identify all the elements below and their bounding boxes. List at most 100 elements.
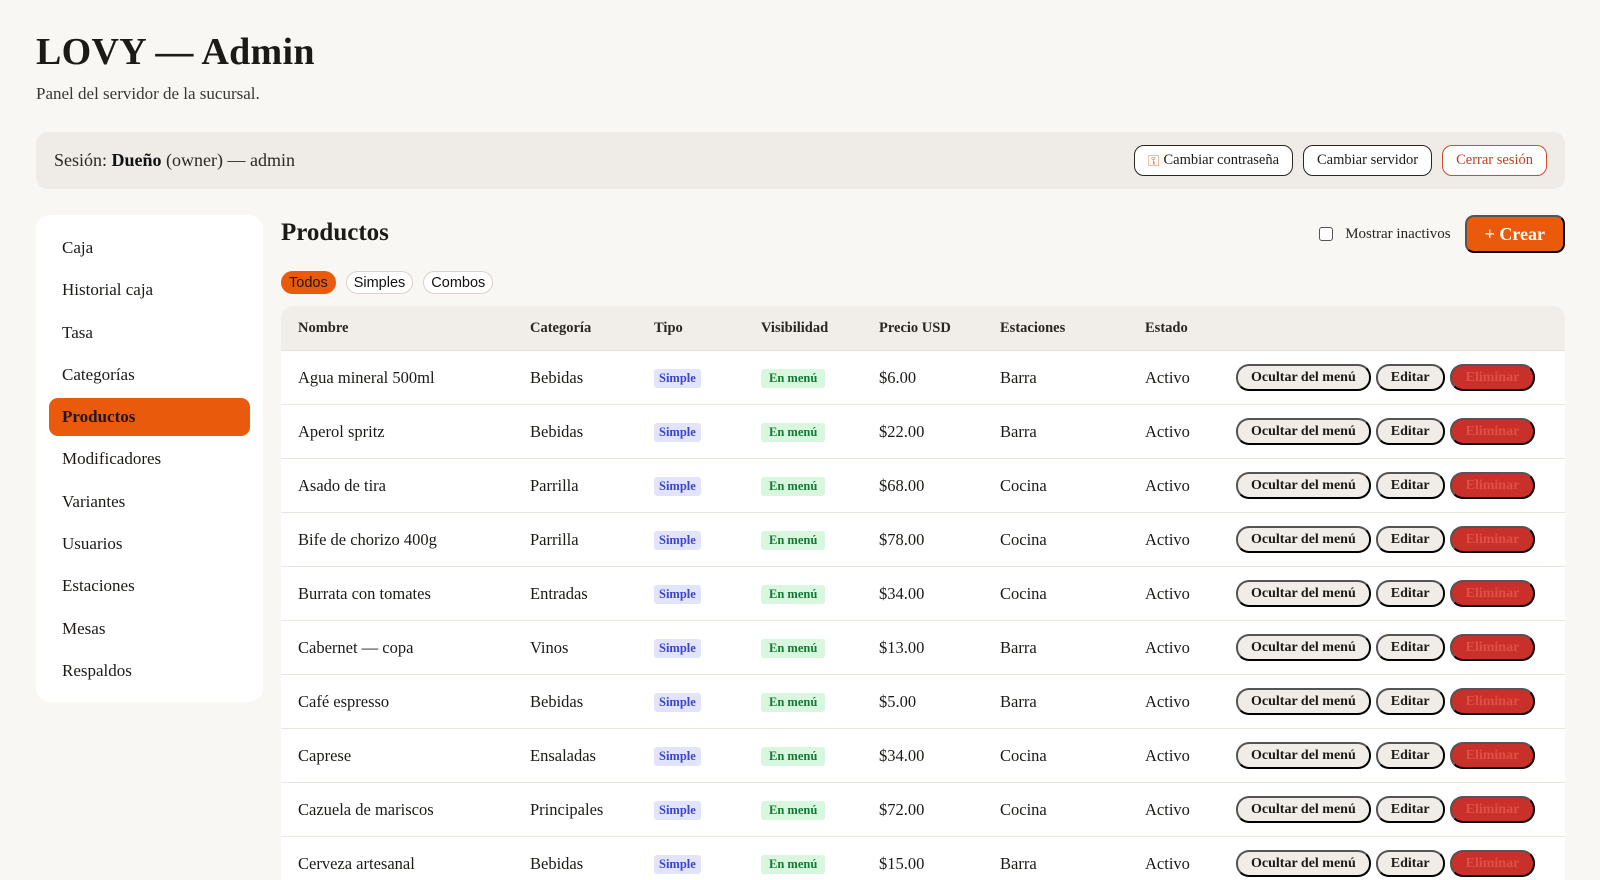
delete-button[interactable]: Eliminar <box>1449 796 1536 823</box>
type-badge: Simple <box>654 855 701 874</box>
visibility-badge: En menú <box>761 639 826 658</box>
session-prefix: Sesión: <box>54 150 112 170</box>
delete-button[interactable]: Eliminar <box>1449 850 1536 877</box>
change-server-button[interactable]: Cambiar servidor <box>1303 145 1433 176</box>
type-badge: Simple <box>654 801 701 820</box>
delete-button[interactable]: Eliminar <box>1449 526 1536 553</box>
cell-category: Bebidas <box>530 367 584 387</box>
section-title: Productos <box>281 219 389 246</box>
edit-button[interactable]: Editar <box>1375 526 1445 553</box>
delete-button[interactable]: Eliminar <box>1449 688 1536 715</box>
filter-tab-combos[interactable]: Combos <box>423 271 494 294</box>
visibility-badge: En menú <box>761 693 826 712</box>
hide-from-menu-button[interactable]: Ocultar del menú <box>1236 472 1371 499</box>
change-password-label: Cambiar contraseña <box>1163 152 1280 168</box>
sidebar-item-categorias[interactable]: Categorías <box>49 356 250 394</box>
sidebar-item-estaciones[interactable]: Estaciones <box>49 567 250 605</box>
filter-tab-todos[interactable]: Todos <box>281 271 336 294</box>
col-header-category: Categoría <box>530 319 592 336</box>
table-header: Nombre Categoría Tipo Visibilidad Precio… <box>281 306 1565 351</box>
type-badge: Simple <box>654 477 701 496</box>
cell-price: $78.00 <box>879 529 925 549</box>
table-row: Cabernet — copa Vinos Simple En menú $13.00 B… <box>281 621 1565 675</box>
page-subtitle: Panel del servidor de la sucursal. <box>36 84 260 103</box>
cell-stations: Cocina <box>1000 799 1047 819</box>
cell-stations: Barra <box>1000 367 1037 387</box>
session-bar: Sesión: Dueño (owner) — admin ⚿ Cambiar … <box>36 132 1565 189</box>
edit-button[interactable]: Editar <box>1375 418 1445 445</box>
hide-from-menu-button[interactable]: Ocultar del menú <box>1236 850 1371 877</box>
show-inactive-toggle[interactable]: Mostrar inactivos <box>1319 225 1451 243</box>
logout-button[interactable]: Cerrar sesión <box>1442 145 1547 176</box>
create-button[interactable]: + Crear <box>1464 215 1565 253</box>
cell-price: $15.00 <box>879 853 925 873</box>
page-title: LOVY — Admin <box>36 31 315 73</box>
delete-button[interactable]: Eliminar <box>1449 364 1536 391</box>
cell-price: $68.00 <box>879 475 925 495</box>
table-row: Bife de chorizo 400g Parrilla Simple En men… <box>281 513 1565 567</box>
cell-category: Parrilla <box>530 475 579 495</box>
cell-price: $72.00 <box>879 799 925 819</box>
cell-stations: Barra <box>1000 637 1037 657</box>
cell-stations: Cocina <box>1000 475 1047 495</box>
delete-button[interactable]: Eliminar <box>1449 634 1536 661</box>
table-row: Café espresso Bebidas Simple En menú $5.00 Ba… <box>281 675 1565 729</box>
delete-button[interactable]: Eliminar <box>1449 742 1536 769</box>
sidebar-item-mesas[interactable]: Mesas <box>49 610 250 648</box>
cell-stations: Cocina <box>1000 529 1047 549</box>
visibility-badge: En menú <box>761 747 826 766</box>
edit-button[interactable]: Editar <box>1375 472 1445 499</box>
visibility-badge: En menú <box>761 855 826 874</box>
edit-button[interactable]: Editar <box>1375 796 1445 823</box>
hide-from-menu-button[interactable]: Ocultar del menú <box>1236 796 1371 823</box>
visibility-badge: En menú <box>761 801 826 820</box>
sidebar-item-historial-caja[interactable]: Historial caja <box>49 271 250 309</box>
type-badge: Simple <box>654 585 701 604</box>
type-badge: Simple <box>654 531 701 550</box>
delete-button[interactable]: Eliminar <box>1449 418 1536 445</box>
sidebar-item-usuarios[interactable]: Usuarios <box>49 525 250 563</box>
cell-price: $13.00 <box>879 637 925 657</box>
table-row: Aperol spritz Bebidas Simple En menú $22.00 B… <box>281 405 1565 459</box>
edit-button[interactable]: Editar <box>1375 688 1445 715</box>
sidebar-item-respaldos[interactable]: Respaldos <box>49 652 250 690</box>
hide-from-menu-button[interactable]: Ocultar del menú <box>1236 688 1371 715</box>
sidebar-item-productos[interactable]: Productos <box>49 398 250 437</box>
hide-from-menu-button[interactable]: Ocultar del menú <box>1236 526 1371 553</box>
edit-button[interactable]: Editar <box>1375 634 1445 661</box>
delete-button[interactable]: Eliminar <box>1449 580 1536 607</box>
filter-tab-simples[interactable]: Simples <box>345 271 414 294</box>
sidebar-item-modificadores[interactable]: Modificadores <box>49 440 250 478</box>
cell-name: Burrata con tomates <box>298 583 431 603</box>
show-inactive-checkbox[interactable] <box>1319 227 1334 241</box>
edit-button[interactable]: Editar <box>1375 580 1445 607</box>
hide-from-menu-button[interactable]: Ocultar del menú <box>1236 742 1371 769</box>
table-row: Cerveza artesanal Bebidas Simple En menú $15… <box>281 837 1565 880</box>
edit-button[interactable]: Editar <box>1375 850 1445 877</box>
cell-state: Activo <box>1145 691 1190 711</box>
table-row: Agua mineral 500ml Bebidas Simple En menú $6… <box>281 351 1565 405</box>
table-row: Cazuela de mariscos Principales Simple En m… <box>281 783 1565 837</box>
hide-from-menu-button[interactable]: Ocultar del menú <box>1236 418 1371 445</box>
cell-name: Aperol spritz <box>298 421 385 441</box>
edit-button[interactable]: Editar <box>1375 364 1445 391</box>
change-password-button[interactable]: ⚿ Cambiar contraseña <box>1134 145 1294 176</box>
edit-button[interactable]: Editar <box>1375 742 1445 769</box>
hide-from-menu-button[interactable]: Ocultar del menú <box>1236 364 1371 391</box>
cell-category: Principales <box>530 799 604 819</box>
cell-state: Activo <box>1145 853 1190 873</box>
cell-price: $5.00 <box>879 691 917 711</box>
show-inactive-label: Mostrar inactivos <box>1345 225 1451 242</box>
col-header-type: Tipo <box>654 319 683 336</box>
hide-from-menu-button[interactable]: Ocultar del menú <box>1236 580 1371 607</box>
cell-name: Cabernet — copa <box>298 637 414 657</box>
filter-tabs: Todos Simples Combos <box>281 271 494 294</box>
sidebar-nav: Caja Historial caja Tasa Categorías Producto… <box>36 215 263 702</box>
hide-from-menu-button[interactable]: Ocultar del menú <box>1236 634 1371 661</box>
sidebar-item-caja[interactable]: Caja <box>49 229 250 267</box>
cell-price: $34.00 <box>879 583 925 603</box>
delete-button[interactable]: Eliminar <box>1449 472 1536 499</box>
cell-state: Activo <box>1145 529 1190 549</box>
sidebar-item-tasa[interactable]: Tasa <box>49 314 250 352</box>
sidebar-item-variantes[interactable]: Variantes <box>49 483 250 521</box>
